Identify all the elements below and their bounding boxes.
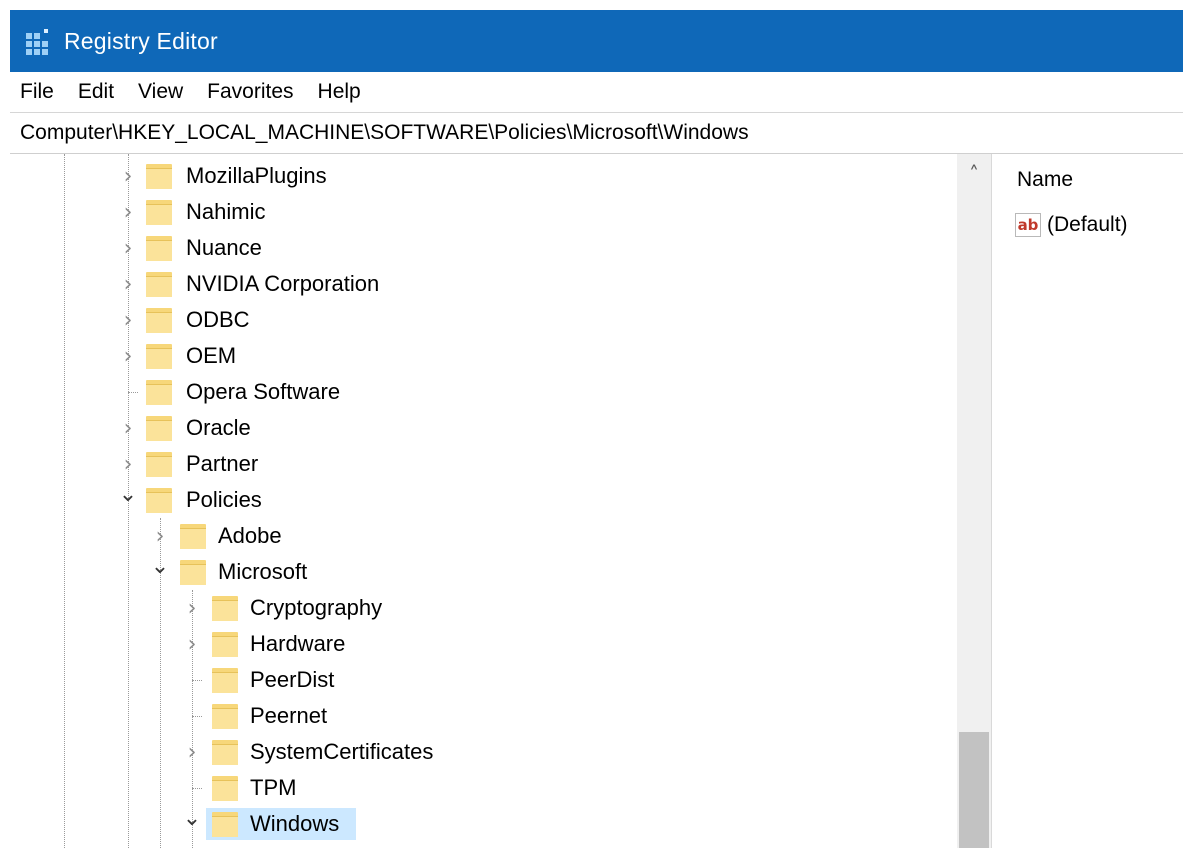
tree-item-nuance[interactable]: › Nuance (10, 230, 957, 266)
menu-edit[interactable]: Edit (68, 80, 128, 104)
folder-icon (212, 776, 238, 801)
chevron-right-icon[interactable]: › (118, 446, 138, 482)
tree-item-systemcertificates[interactable]: › SystemCertificates (10, 734, 957, 770)
tree-item-label: OEM (186, 343, 237, 368)
folder-icon (146, 488, 172, 513)
folder-icon (146, 416, 172, 441)
tree-item-label: PeerDist (250, 667, 335, 692)
menu-favorites[interactable]: Favorites (197, 80, 307, 104)
tree-item-label: Peernet (250, 703, 328, 728)
chevron-right-icon[interactable]: › (118, 158, 138, 194)
tree-item-oracle[interactable]: › Oracle (10, 410, 957, 446)
address-path[interactable]: Computer\HKEY_LOCAL_MACHINE\SOFTWARE\Pol… (10, 121, 749, 145)
tree-item-label: Nuance (186, 235, 262, 260)
address-bar[interactable]: Computer\HKEY_LOCAL_MACHINE\SOFTWARE\Pol… (10, 113, 1183, 154)
chevron-right-icon[interactable]: › (118, 266, 138, 302)
tree-item-windows[interactable]: ⌄ Windows (10, 806, 957, 842)
tree-item-policies[interactable]: ⌄ Policies (10, 482, 957, 518)
chevron-right-icon[interactable]: › (150, 518, 170, 554)
tree-branch-connector (128, 392, 138, 393)
tree-item-opera-software[interactable]: Opera Software (10, 374, 957, 410)
menu-bar: File Edit View Favorites Help (10, 72, 1183, 113)
tree-item-label: Opera Software (186, 379, 341, 404)
tree-item-mozillaplugins[interactable]: › MozillaPlugins (10, 158, 957, 194)
menu-file[interactable]: File (10, 80, 68, 104)
window-title: Registry Editor (64, 27, 218, 54)
tree-item-oem[interactable]: › OEM (10, 338, 957, 374)
scrollbar-thumb[interactable] (959, 732, 989, 848)
folder-icon (146, 236, 172, 261)
chevron-right-icon[interactable]: › (118, 302, 138, 338)
folder-icon (212, 704, 238, 729)
tree-item-label: Windows (250, 811, 340, 836)
folder-icon (146, 344, 172, 369)
tree-item-label: Cryptography (250, 595, 383, 620)
tree-item-label: NVIDIA Corporation (186, 271, 380, 296)
chevron-right-icon[interactable]: › (182, 734, 202, 770)
tree-item-cryptography[interactable]: › Cryptography (10, 590, 957, 626)
folder-icon (212, 668, 238, 693)
folder-icon (180, 524, 206, 549)
tree-item-label: SystemCertificates (250, 739, 434, 764)
tree-branch-connector (192, 680, 202, 681)
tree-item-nvidia-corporation[interactable]: › NVIDIA Corporation (10, 266, 957, 302)
folder-icon (146, 308, 172, 333)
scroll-up-arrow-icon[interactable]: ˄ (957, 154, 991, 194)
chevron-right-icon[interactable]: › (118, 338, 138, 374)
tree-item-label: MozillaPlugins (186, 163, 327, 188)
tree-item-label: Microsoft (218, 559, 308, 584)
tree-item-hardware[interactable]: › Hardware (10, 626, 957, 662)
chevron-right-icon[interactable]: › (182, 590, 202, 626)
chevron-right-icon[interactable]: › (118, 230, 138, 266)
folder-icon (212, 812, 238, 837)
folder-icon (212, 740, 238, 765)
chevron-down-icon[interactable]: ⌄ (150, 554, 170, 590)
tree-item-partner[interactable]: › Partner (10, 446, 957, 482)
chevron-right-icon[interactable]: › (118, 410, 138, 446)
tree-item-label: Partner (186, 451, 259, 476)
menu-help[interactable]: Help (308, 80, 375, 104)
registry-key-tree[interactable]: › MozillaPlugins › Nahimic › Nuance › NVIDIA Co… (10, 154, 957, 848)
folder-icon (146, 452, 172, 477)
tree-item-label: ODBC (186, 307, 250, 332)
title-bar[interactable]: Registry Editor (10, 10, 1183, 72)
reg-sz-ab-icon: ab (1015, 213, 1041, 237)
tree-item-label: TPM (250, 775, 297, 800)
folder-icon (212, 632, 238, 657)
folder-icon (146, 272, 172, 297)
chevron-down-icon[interactable]: ⌄ (182, 806, 202, 842)
tree-item-tpm[interactable]: TPM (10, 770, 957, 806)
chevron-right-icon[interactable]: › (118, 194, 138, 230)
tree-item-peernet[interactable]: Peernet (10, 698, 957, 734)
tree-vertical-scrollbar[interactable]: ˄ (957, 154, 991, 848)
registry-editor-window: Registry Editor File Edit View Favorites… (0, 0, 1183, 848)
folder-icon (146, 380, 172, 405)
menu-view[interactable]: View (128, 80, 197, 104)
tree-item-label: Adobe (218, 523, 282, 548)
chevron-right-icon[interactable]: › (182, 626, 202, 662)
tree-item-label: Oracle (186, 415, 251, 440)
tree-item-label: Policies (186, 487, 262, 512)
values-pane[interactable]: Name ab (Default) (1003, 154, 1183, 848)
column-header-name[interactable]: Name (1017, 168, 1073, 192)
tree-item-adobe[interactable]: › Adobe (10, 518, 957, 554)
value-name: (Default) (1047, 213, 1128, 236)
registry-editor-app-icon (24, 27, 52, 55)
tree-branch-connector (192, 788, 202, 789)
tree-item-label: Hardware (250, 631, 346, 656)
tree-item-label: Nahimic (186, 199, 266, 224)
folder-icon (146, 200, 172, 225)
tree-item-nahimic[interactable]: › Nahimic (10, 194, 957, 230)
tree-item-microsoft[interactable]: ⌄ Microsoft (10, 554, 957, 590)
value-row-default[interactable]: ab (Default) (1015, 210, 1128, 240)
folder-icon (180, 560, 206, 585)
folder-icon (146, 164, 172, 189)
tree-item-peerdist[interactable]: PeerDist (10, 662, 957, 698)
chevron-down-icon[interactable]: ⌄ (118, 482, 138, 518)
tree-branch-connector (192, 716, 202, 717)
folder-icon (212, 596, 238, 621)
tree-item-odbc[interactable]: › ODBC (10, 302, 957, 338)
